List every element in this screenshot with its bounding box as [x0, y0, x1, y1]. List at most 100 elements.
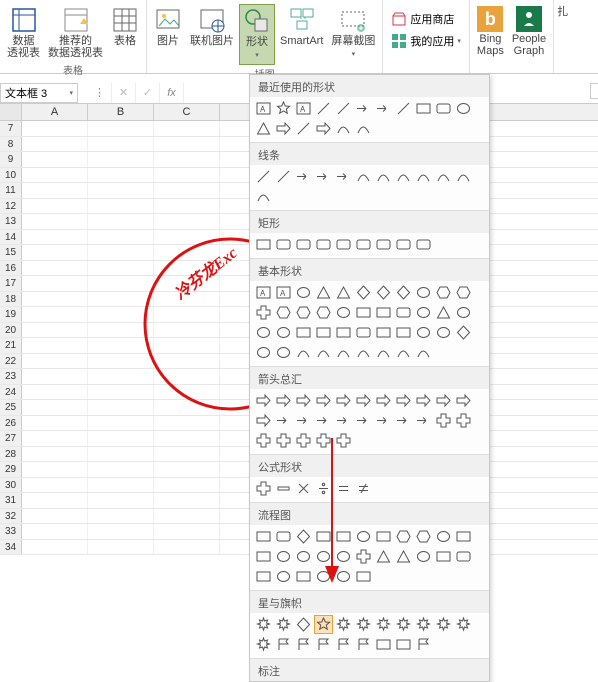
shape-item[interactable]	[294, 635, 313, 654]
shape-item[interactable]	[334, 411, 353, 430]
shape-item[interactable]	[314, 167, 333, 186]
shape-item[interactable]: A	[254, 99, 273, 118]
cell[interactable]	[22, 540, 88, 555]
select-all-corner[interactable]	[0, 104, 22, 120]
shape-item[interactable]	[294, 431, 313, 450]
shape-item[interactable]	[334, 547, 353, 566]
shape-item[interactable]	[394, 547, 413, 566]
cell[interactable]	[154, 416, 220, 431]
shape-item[interactable]	[314, 119, 333, 138]
shape-item[interactable]	[254, 167, 273, 186]
shape-item[interactable]	[254, 391, 273, 410]
row-header[interactable]: 8	[0, 137, 22, 152]
shape-item[interactable]: A	[274, 283, 293, 302]
row-header[interactable]: 13	[0, 214, 22, 229]
shape-item[interactable]	[274, 431, 293, 450]
shape-item[interactable]	[314, 283, 333, 302]
cell[interactable]	[154, 493, 220, 508]
shape-item[interactable]	[254, 431, 273, 450]
shape-item[interactable]	[394, 527, 413, 546]
cell[interactable]	[154, 121, 220, 136]
pivot-table-button[interactable]: 数据 透视表	[4, 4, 43, 61]
name-manager-button[interactable]: ⋮	[88, 83, 112, 103]
shape-item[interactable]	[454, 391, 473, 410]
shape-item[interactable]	[434, 303, 453, 322]
table-button[interactable]: 表格	[108, 4, 142, 49]
shape-item[interactable]	[354, 567, 373, 586]
shape-item[interactable]	[354, 635, 373, 654]
cell[interactable]	[22, 168, 88, 183]
shape-item[interactable]	[274, 547, 293, 566]
cell[interactable]	[22, 276, 88, 291]
shape-item[interactable]	[394, 615, 413, 634]
shape-item[interactable]	[434, 283, 453, 302]
shape-item[interactable]	[314, 567, 333, 586]
row-header[interactable]: 15	[0, 245, 22, 260]
cell[interactable]	[88, 245, 154, 260]
shape-item[interactable]	[434, 411, 453, 430]
cell[interactable]	[88, 540, 154, 555]
shape-item[interactable]	[394, 391, 413, 410]
smartart-button[interactable]: SmartArt	[277, 4, 326, 49]
row-header[interactable]: 20	[0, 323, 22, 338]
shape-item[interactable]	[374, 615, 393, 634]
shape-item[interactable]	[274, 343, 293, 362]
shape-item[interactable]	[254, 411, 273, 430]
shape-item[interactable]	[354, 615, 373, 634]
shape-item[interactable]	[354, 119, 373, 138]
app-store-button[interactable]: 应用商店	[387, 9, 465, 29]
shape-item[interactable]	[414, 323, 433, 342]
shape-item[interactable]	[314, 547, 333, 566]
cell[interactable]	[88, 369, 154, 384]
shape-item[interactable]	[454, 167, 473, 186]
shape-item[interactable]	[394, 343, 413, 362]
shape-item[interactable]	[334, 167, 353, 186]
row-header[interactable]: 31	[0, 493, 22, 508]
shape-item[interactable]	[354, 527, 373, 546]
shape-item[interactable]	[374, 635, 393, 654]
shape-item[interactable]	[454, 303, 473, 322]
shape-item[interactable]	[434, 99, 453, 118]
shape-item[interactable]	[314, 479, 333, 498]
shape-item[interactable]	[274, 615, 293, 634]
shape-item[interactable]	[354, 411, 373, 430]
shape-item[interactable]	[414, 167, 433, 186]
shape-item[interactable]	[294, 615, 313, 634]
cancel-button[interactable]: ✕	[112, 83, 136, 103]
shape-item[interactable]	[434, 527, 453, 546]
shape-item[interactable]	[394, 99, 413, 118]
cell[interactable]	[88, 509, 154, 524]
shape-item[interactable]	[354, 479, 373, 498]
shape-item[interactable]	[434, 547, 453, 566]
shape-item[interactable]	[294, 119, 313, 138]
cell[interactable]	[154, 323, 220, 338]
row-header[interactable]: 19	[0, 307, 22, 322]
shape-item[interactable]	[314, 303, 333, 322]
cell[interactable]	[88, 307, 154, 322]
cell[interactable]	[88, 121, 154, 136]
shape-item[interactable]	[394, 635, 413, 654]
shape-item[interactable]	[394, 323, 413, 342]
shape-item[interactable]	[334, 99, 353, 118]
cell[interactable]	[88, 152, 154, 167]
shape-item[interactable]	[294, 479, 313, 498]
shape-item[interactable]	[374, 167, 393, 186]
cell[interactable]	[22, 261, 88, 276]
cell[interactable]	[88, 276, 154, 291]
shape-item[interactable]	[274, 99, 293, 118]
row-header[interactable]: 24	[0, 385, 22, 400]
shape-item[interactable]	[374, 323, 393, 342]
row-header[interactable]: 17	[0, 276, 22, 291]
my-apps-button[interactable]: 我的应用 ▾	[387, 31, 465, 51]
shape-item[interactable]	[294, 391, 313, 410]
shape-item[interactable]: A	[294, 99, 313, 118]
shape-item[interactable]	[274, 235, 293, 254]
screenshot-button[interactable]: 屏幕截图▾	[328, 4, 378, 63]
row-header[interactable]: 34	[0, 540, 22, 555]
shape-item[interactable]	[414, 235, 433, 254]
bing-maps-button[interactable]: b Bing Maps	[474, 4, 507, 59]
shape-item[interactable]	[394, 167, 413, 186]
shape-item[interactable]	[374, 283, 393, 302]
cell[interactable]	[22, 292, 88, 307]
shape-item[interactable]	[354, 99, 373, 118]
